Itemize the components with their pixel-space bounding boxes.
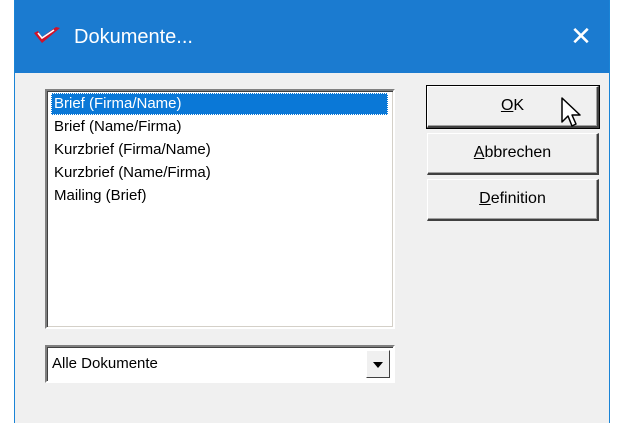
checkmark-logo-icon [34,27,60,43]
filter-selected-value: Alle Dokumente [52,355,158,372]
document-listbox[interactable]: Brief (Firma/Name) Brief (Name/Firma) Ku… [45,89,395,329]
dropdown-arrow-icon[interactable] [366,350,390,378]
close-icon: ✕ [570,21,592,51]
dialog-window: Dokumente... ✕ Brief (Firma/Name) Brief … [14,0,610,423]
close-button[interactable]: ✕ [553,0,609,73]
list-item[interactable]: Kurzbrief (Firma/Name) [51,139,388,161]
window-title: Dokumente... [74,26,193,48]
title-bar[interactable]: Dokumente... ✕ [15,0,609,73]
list-item[interactable]: Brief (Name/Firma) [51,116,388,138]
mouse-pointer-icon [561,97,581,127]
cancel-button[interactable]: Abbrechen [427,133,599,175]
document-filter-select[interactable]: Alle Dokumente [45,345,395,383]
list-item[interactable]: Kurzbrief (Name/Firma) [51,162,388,184]
dialog-client-area: Brief (Firma/Name) Brief (Name/Firma) Ku… [15,73,609,423]
definition-button[interactable]: Definition [427,179,599,221]
list-item[interactable]: Brief (Firma/Name) [51,93,388,115]
list-item[interactable]: Mailing (Brief) [51,185,388,207]
